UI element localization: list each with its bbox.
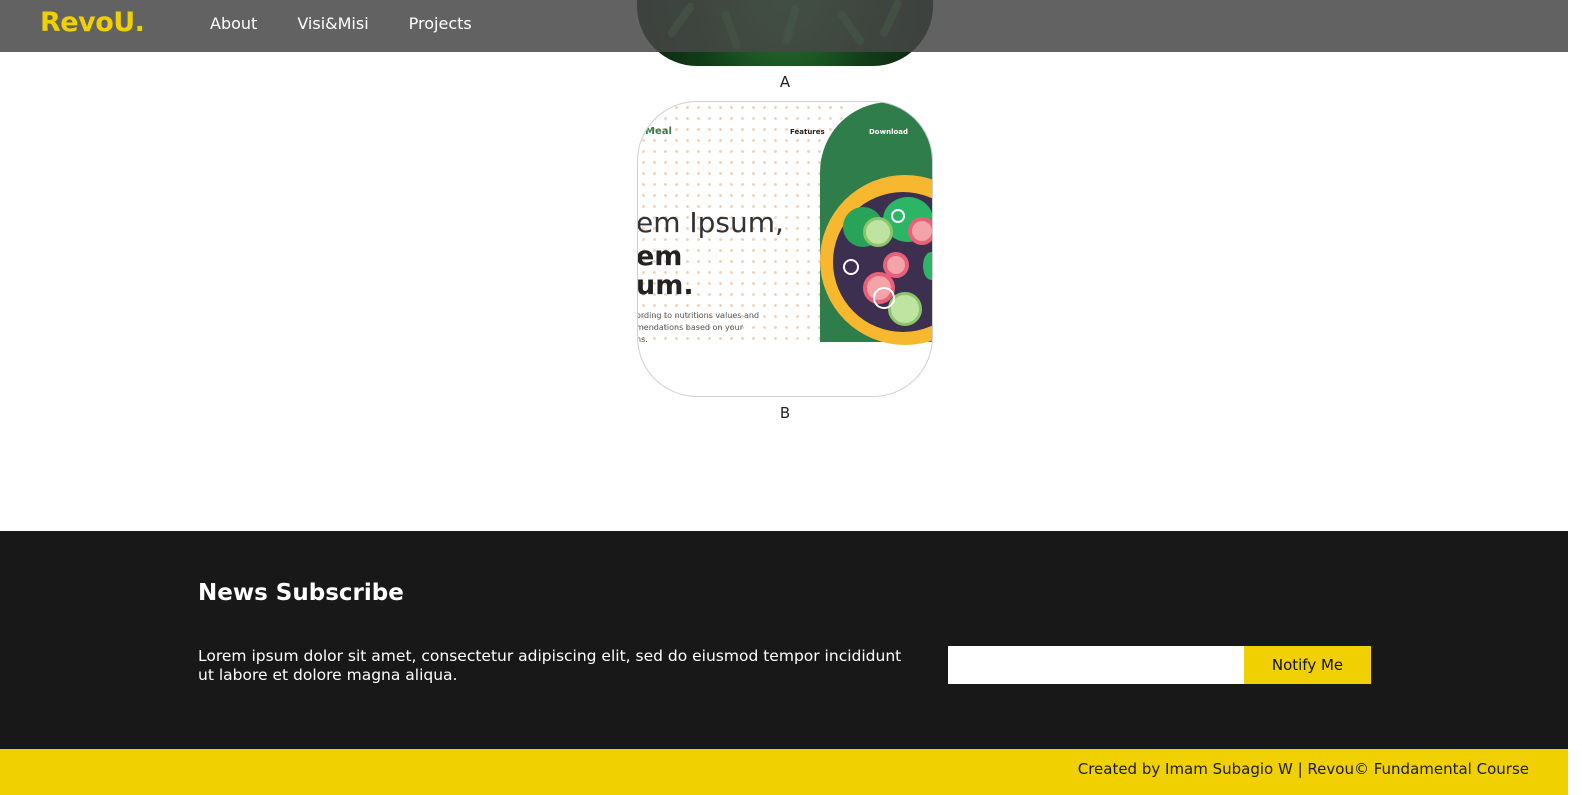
email-field[interactable] [948,646,1244,684]
subscribe-title: News Subscribe [198,580,404,606]
project-a-caption: A [779,73,791,91]
nav-link-about[interactable]: About [210,14,257,33]
footer-bar: Created by Imam Subagio W | Revou© Funda… [0,749,1568,795]
mockup-nav-features: Features [790,128,825,136]
brand-logo[interactable]: RevoU. [40,7,145,38]
subscribe-description: Lorem ipsum dolor sit amet, consectetur … [198,647,902,684]
nav-link-visi-misi[interactable]: Visi&Misi [297,14,368,33]
news-subscribe-section: News Subscribe Lorem ipsum dolor sit ame… [0,531,1568,749]
mockup-heading: em Ipsum, [637,206,784,239]
mockup-nav-download: Download [869,128,909,136]
nav-link-projects[interactable]: Projects [409,14,472,33]
page-scrollbar[interactable] [1568,0,1582,795]
project-b-caption: B [779,404,791,422]
project-b-image[interactable]: Meal Features Download em Ipsum, em um. … [637,101,933,397]
notify-me-button[interactable]: Notify Me [1244,646,1371,684]
mockup-brand: Meal [645,126,672,137]
top-navbar: RevoU. About Visi&Misi Projects [0,0,1568,52]
footer-credit: Created by Imam Subagio W | Revou© Funda… [1077,760,1529,778]
nav-links: About Visi&Misi Projects [210,14,472,33]
mockup-paragraph: ording to nutritions values and mendatio… [637,311,760,344]
mockup-subheading: em um. [637,241,694,301]
